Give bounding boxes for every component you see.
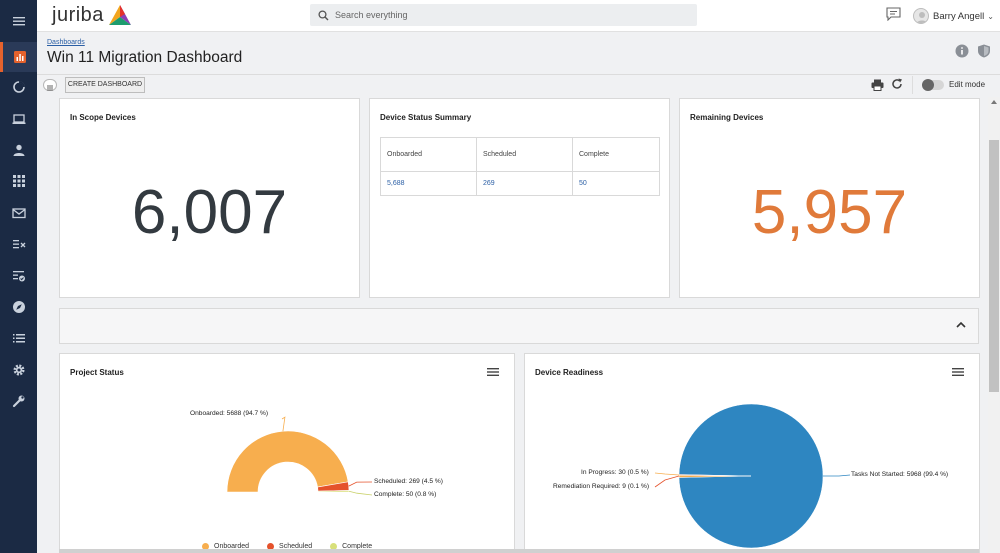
leader-line-tasks-not-started: [823, 474, 851, 477]
create-dashboard-button[interactable]: CREATE DASHBOARD: [65, 77, 145, 93]
device-readiness-card: Device Readiness In Progress: 30 (0.5 %)…: [524, 353, 980, 553]
status-table: Onboarded Scheduled Complete 5,688 269 5…: [380, 137, 660, 196]
card-title: In Scope Devices: [70, 113, 136, 122]
list-icon[interactable]: [0, 323, 37, 353]
device-readiness-chart: [654, 403, 851, 549]
search-box: [310, 4, 697, 26]
card-title: Device Status Summary: [380, 113, 472, 122]
edit-mode-label: Edit mode: [949, 80, 986, 89]
search-icon: [318, 9, 329, 20]
dashboard-icon[interactable]: [0, 42, 37, 72]
avatar: [913, 8, 929, 24]
leader-line-remediation-required: [654, 475, 680, 488]
user-menu[interactable]: Barry Angell ⌄: [913, 6, 994, 26]
tasks-not-started-data-label: Tasks Not Started: 5968 (99.4 %): [851, 471, 949, 478]
search-input[interactable]: [335, 10, 675, 20]
edit-mode-toggle[interactable]: [922, 79, 944, 91]
in-scope-devices-value: 6,007: [131, 178, 288, 247]
collapsible-section-bar[interactable]: [59, 308, 979, 344]
onboarded-count-link[interactable]: 5,688: [380, 171, 477, 196]
print-icon[interactable]: [871, 79, 884, 91]
checklist-icon[interactable]: [0, 261, 37, 291]
menu-icon[interactable]: [0, 6, 37, 36]
remaining-devices-card: Remaining Devices 5,957: [679, 98, 980, 298]
projects-icon[interactable]: [0, 72, 37, 102]
column-header: Complete: [572, 137, 660, 172]
user-name: Barry Angell: [933, 10, 985, 22]
remaining-devices-value: 5,957: [751, 178, 908, 247]
card-title: Remaining Devices: [690, 113, 764, 122]
project-status-card: Project Status Onboarded: 5688 (94.7 %) …: [59, 353, 515, 553]
toggle-knob: [922, 79, 934, 91]
users-icon[interactable]: [0, 135, 37, 165]
devices-icon[interactable]: [0, 104, 37, 134]
left-navigation: [0, 0, 37, 553]
logo-text: juriba: [52, 3, 104, 26]
in-progress-data-label: In Progress: 30 (0.5 %): [581, 469, 649, 476]
in-scope-devices-card: In Scope Devices 6,007: [59, 98, 360, 298]
leader-line-complete: [348, 490, 373, 496]
scheduled-count-link[interactable]: 269: [476, 171, 573, 196]
vertical-scrollbar[interactable]: [988, 97, 1000, 553]
chevron-up-icon[interactable]: [956, 321, 966, 328]
logo-triangle-icon: [108, 5, 131, 25]
applications-icon[interactable]: [0, 166, 37, 196]
leader-line-onboarded: [281, 416, 286, 432]
table-header-row: Onboarded Scheduled Complete: [380, 137, 660, 172]
info-icon[interactable]: [955, 44, 969, 58]
complete-data-label: Complete: 50 (0.8 %): [374, 491, 437, 498]
leader-line-in-progress: [654, 472, 680, 476]
top-bar: juriba Barry Angell ⌄: [37, 0, 1000, 32]
horizontal-scrollbar[interactable]: [59, 549, 979, 553]
juriba-logo[interactable]: juriba: [52, 3, 132, 27]
toolbar-divider: [37, 74, 1000, 75]
mail-icon[interactable]: [0, 198, 37, 228]
scroll-up-arrow[interactable]: [991, 100, 997, 104]
column-header: Onboarded: [380, 137, 477, 172]
page-title: Win 11 Migration Dashboard: [47, 49, 243, 66]
device-status-summary-card: Device Status Summary Onboarded Schedule…: [369, 98, 670, 298]
panel-toggle-button[interactable]: [43, 79, 57, 91]
shield-icon[interactable]: [977, 44, 991, 58]
complete-count-link[interactable]: 50: [572, 171, 660, 196]
leader-line-scheduled: [348, 481, 373, 487]
toolbar-separator: [912, 76, 913, 94]
breadcrumb[interactable]: Dashboards: [47, 39, 85, 46]
onboarded-data-label: Onboarded: 5688 (94.7 %): [190, 410, 269, 417]
remediation-required-data-label: Remediation Required: 9 (0.1 %): [553, 483, 650, 490]
scrollbar-thumb[interactable]: [989, 140, 999, 392]
tools-icon[interactable]: [0, 386, 37, 416]
table-row: 5,688 269 50: [380, 171, 660, 196]
column-header: Scheduled: [476, 137, 573, 172]
list-toggle-icon: [47, 85, 53, 91]
refresh-icon[interactable]: [891, 78, 903, 90]
tasks-icon[interactable]: [0, 229, 37, 259]
settings-icon[interactable]: [0, 355, 37, 385]
project-status-chart: [226, 416, 373, 496]
chevron-down-icon: ⌄: [987, 11, 994, 21]
explore-icon[interactable]: [0, 292, 37, 322]
slice-onboarded: [226, 430, 349, 493]
chat-icon[interactable]: [886, 7, 901, 21]
scheduled-data-label: Scheduled: 269 (4.5 %): [374, 478, 443, 485]
